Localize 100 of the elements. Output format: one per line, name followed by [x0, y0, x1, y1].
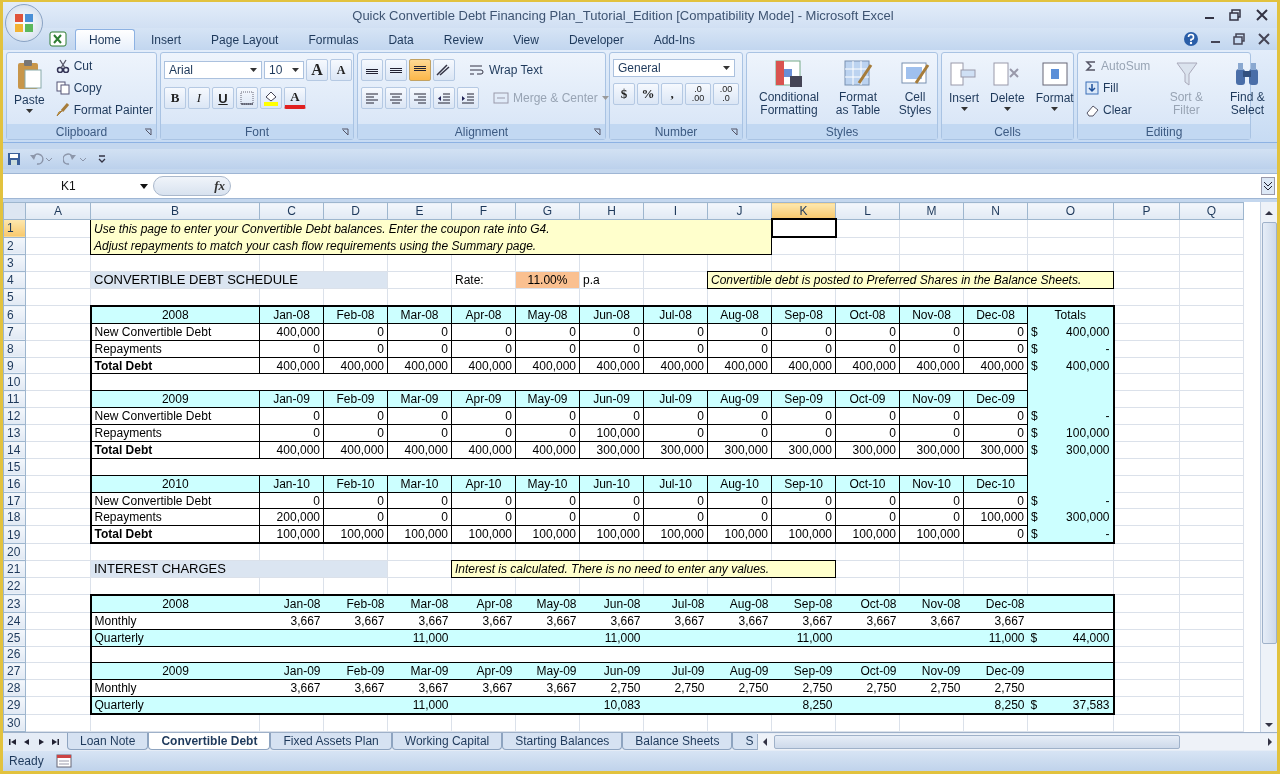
table-cell: Jul-08: [643, 305, 708, 324]
borders-button[interactable]: [236, 87, 258, 109]
italic-button[interactable]: I: [188, 87, 210, 109]
sheet-tab[interactable]: Working Capital: [391, 733, 503, 750]
vertical-align-button[interactable]: [361, 59, 383, 81]
format-painter-button[interactable]: Format Painter: [51, 100, 158, 120]
number-format-field[interactable]: General: [613, 59, 735, 77]
macro-record-icon[interactable]: [55, 754, 72, 768]
percent-button[interactable]: %: [637, 83, 659, 105]
column-header[interactable]: H: [579, 202, 644, 220]
table-cell: Mar-09: [387, 662, 452, 680]
format-button[interactable]: Format: [1031, 56, 1078, 114]
ribbon-tab[interactable]: Add-Ins: [639, 29, 709, 50]
vertical-align-button[interactable]: [409, 59, 431, 81]
insert-function-button[interactable]: fx: [213, 177, 226, 195]
column-header[interactable]: E: [387, 202, 452, 220]
find-select-button[interactable]: Find & Select: [1218, 56, 1277, 120]
close-icon[interactable]: [1257, 33, 1271, 45]
office-button[interactable]: [5, 4, 43, 42]
ribbon-tab[interactable]: Page Layout: [197, 29, 293, 50]
restore-icon[interactable]: [1233, 33, 1247, 45]
horizontal-align-button[interactable]: [409, 87, 431, 109]
customize-caret-icon[interactable]: [97, 154, 107, 164]
column-header[interactable]: N: [963, 202, 1028, 220]
name-box[interactable]: K1: [3, 175, 153, 197]
vertical-scrollbar[interactable]: [1260, 202, 1277, 732]
sheet-tab[interactable]: Balance Sheets: [622, 733, 733, 750]
comma-button[interactable]: ,: [661, 83, 683, 105]
font-color-button[interactable]: A: [284, 87, 306, 109]
shrink-font-button[interactable]: A: [330, 59, 352, 81]
format-as-table-button[interactable]: Format as Table: [831, 56, 885, 120]
bold-button[interactable]: B: [164, 87, 186, 109]
restore-icon[interactable]: [1229, 9, 1243, 21]
help-icon[interactable]: [1183, 31, 1199, 47]
ribbon-tab[interactable]: Home: [75, 29, 135, 50]
wrap-text-button[interactable]: Wrap Text: [465, 60, 547, 80]
indent-button[interactable]: [457, 87, 479, 109]
ribbon-tab[interactable]: Review: [429, 29, 498, 50]
column-header[interactable]: I: [643, 202, 708, 220]
dialog-launcher-icon[interactable]: [144, 128, 152, 136]
column-header[interactable]: A: [25, 202, 91, 220]
increase-decimal-button[interactable]: .0 .00: [685, 83, 711, 105]
save-icon[interactable]: [7, 152, 21, 166]
copy-button[interactable]: Copy: [51, 78, 158, 98]
table-cell: $ 400,000: [1027, 323, 1114, 341]
conditional-formatting-button[interactable]: Conditional Formatting: [750, 56, 828, 120]
column-header[interactable]: M: [899, 202, 964, 220]
cut-button[interactable]: Cut: [51, 56, 158, 76]
excel-icon[interactable]: [49, 30, 67, 48]
column-header[interactable]: B: [90, 202, 260, 220]
column-header[interactable]: O: [1027, 202, 1114, 220]
active-cell[interactable]: [771, 219, 836, 238]
expand-icon[interactable]: [1261, 177, 1275, 195]
first-sheet-icon[interactable]: [7, 736, 19, 748]
grow-font-button[interactable]: A: [306, 59, 328, 81]
underline-button[interactable]: U: [212, 87, 234, 109]
column-header[interactable]: C: [259, 202, 324, 220]
column-header[interactable]: F: [451, 202, 516, 220]
column-header[interactable]: L: [835, 202, 900, 220]
fill-color-button[interactable]: [260, 87, 282, 109]
last-sheet-icon[interactable]: [49, 736, 61, 748]
fill-button[interactable]: Fill: [1081, 78, 1155, 98]
scroll-thumb[interactable]: [774, 735, 1180, 749]
decrease-decimal-button[interactable]: .00 .0: [713, 83, 739, 105]
horizontal-align-button[interactable]: [361, 87, 383, 109]
column-header[interactable]: J: [707, 202, 772, 220]
ribbon-tab[interactable]: Data: [374, 29, 428, 50]
ribbon-tab[interactable]: View: [499, 29, 553, 50]
sheet-tab[interactable]: S: [732, 733, 757, 750]
sheet-tab[interactable]: Convertible Debt: [148, 733, 271, 750]
column-header[interactable]: Q: [1179, 202, 1244, 220]
dialog-launcher-icon[interactable]: [593, 128, 601, 136]
cell-styles-button[interactable]: Cell Styles: [888, 56, 942, 120]
orientation-button[interactable]: [433, 59, 455, 81]
ribbon-tab[interactable]: Developer: [554, 29, 638, 50]
sheet-tab[interactable]: Fixed Assets Plan: [270, 733, 392, 750]
table-cell: $ 44,000: [1027, 629, 1114, 646]
column-header[interactable]: P: [1113, 202, 1180, 220]
dialog-launcher-icon[interactable]: [730, 128, 738, 136]
column-header[interactable]: D: [323, 202, 388, 220]
delete-button[interactable]: Delete: [986, 56, 1029, 114]
ribbon-tab[interactable]: Formulas: [294, 29, 373, 50]
insert-button[interactable]: Insert: [945, 56, 983, 114]
sheet-tab[interactable]: Loan Note: [67, 733, 149, 750]
column-header[interactable]: G: [515, 202, 580, 220]
clear-button[interactable]: Clear: [1081, 100, 1155, 120]
font-size-field[interactable]: 10: [264, 61, 304, 79]
scroll-thumb[interactable]: [1261, 222, 1277, 644]
sheet-tab[interactable]: Starting Balances: [502, 733, 623, 750]
dialog-launcher-icon[interactable]: [341, 128, 349, 136]
paste-button[interactable]: Paste: [10, 56, 49, 116]
ribbon-tab[interactable]: Insert: [137, 29, 196, 50]
horizontal-scrollbar[interactable]: [757, 734, 1277, 750]
caret-icon: [601, 96, 609, 100]
close-icon[interactable]: [1255, 9, 1269, 21]
horizontal-align-button[interactable]: [385, 87, 407, 109]
indent-button[interactable]: [433, 87, 455, 109]
currency-button[interactable]: $: [613, 83, 635, 105]
font-name-field[interactable]: Arial: [164, 61, 262, 79]
vertical-align-button[interactable]: [385, 59, 407, 81]
